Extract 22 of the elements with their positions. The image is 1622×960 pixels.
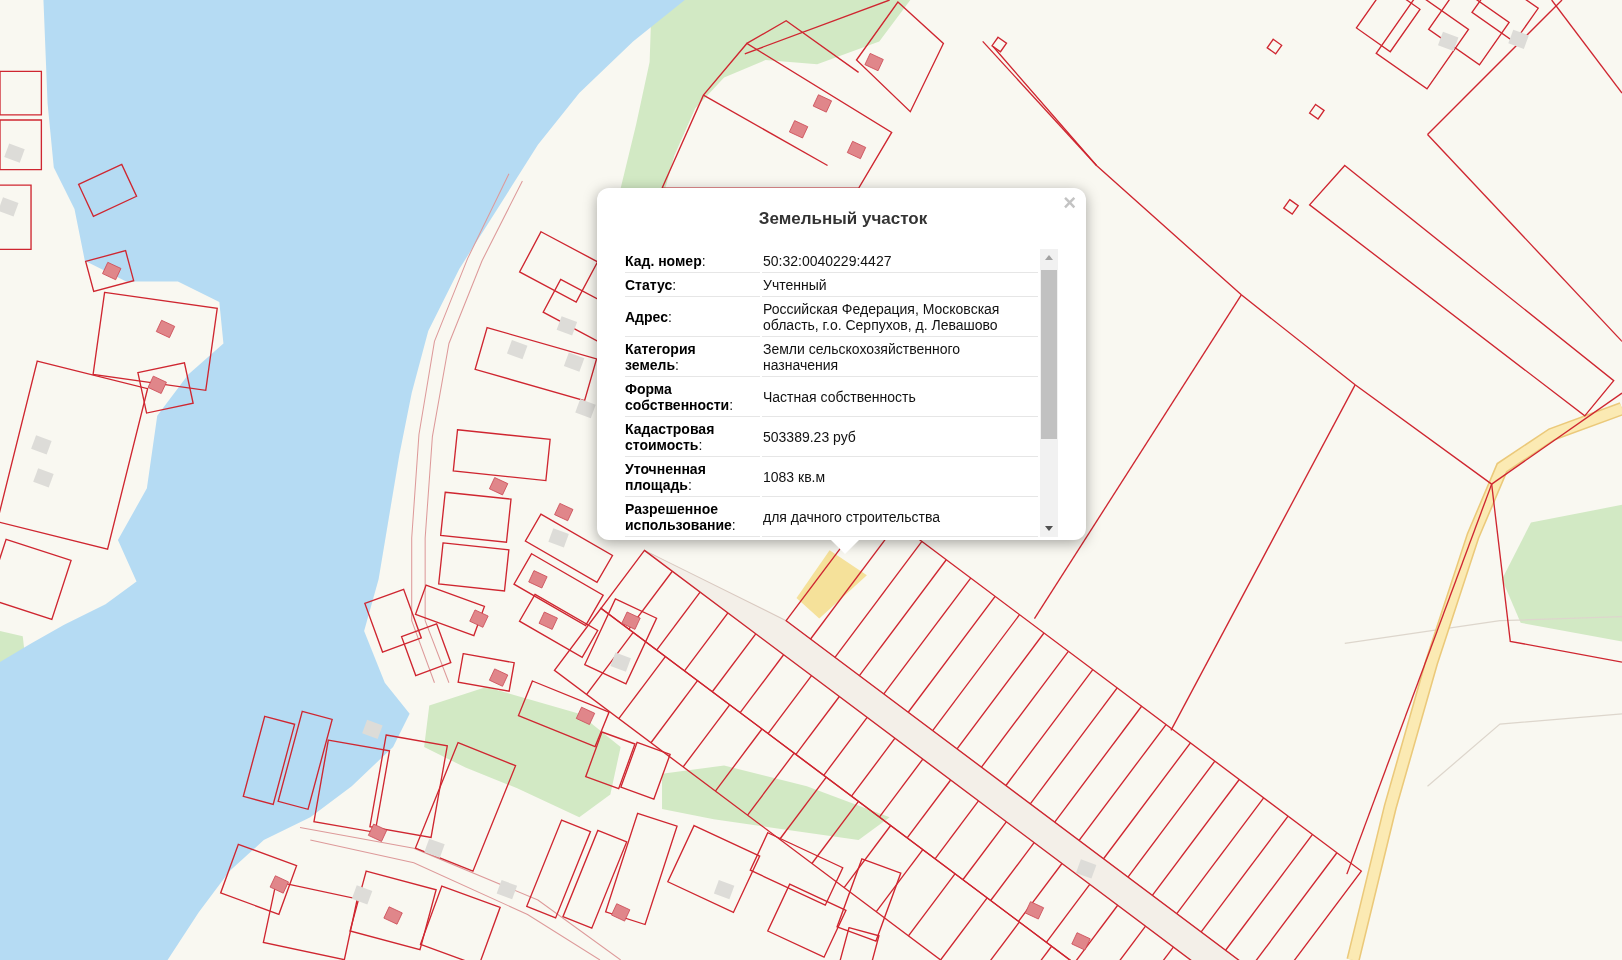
field-value: для дачного строительства bbox=[763, 509, 941, 525]
close-button[interactable]: × bbox=[1059, 190, 1080, 216]
field-label: Уточненная площадь: bbox=[625, 461, 707, 493]
field-value: Земли сельскохозяйственного назначения bbox=[763, 341, 962, 373]
field-label: Кадастровая стоимость: bbox=[625, 421, 716, 453]
scroll-up-icon[interactable] bbox=[1045, 255, 1053, 260]
field-value: Учтенный bbox=[763, 277, 827, 293]
field-label: Разрешенное использование: bbox=[625, 501, 737, 533]
scroll-down-icon[interactable] bbox=[1045, 526, 1053, 531]
field-value: Частная собственность bbox=[763, 389, 916, 405]
popup-title: Земельный участок bbox=[757, 209, 929, 229]
field-label: Адрес: bbox=[625, 309, 672, 325]
field-value: 50:32:0040229:4427 bbox=[763, 253, 892, 269]
scrollbar[interactable] bbox=[1040, 249, 1058, 537]
field-label: Кад. номер: bbox=[625, 253, 706, 269]
field-value: Российская Федерация, Московская область, г.о. Серпухов, д. Левашово bbox=[763, 301, 1001, 333]
field-label: Форма собственности: bbox=[625, 381, 735, 413]
field-label: Категория земель: bbox=[625, 341, 697, 373]
field-value: 1083 кв.м bbox=[763, 469, 826, 485]
field-value: 503389.23 руб bbox=[763, 429, 856, 445]
field-label: Статус: bbox=[625, 277, 677, 293]
scrollbar-thumb[interactable] bbox=[1041, 270, 1057, 439]
